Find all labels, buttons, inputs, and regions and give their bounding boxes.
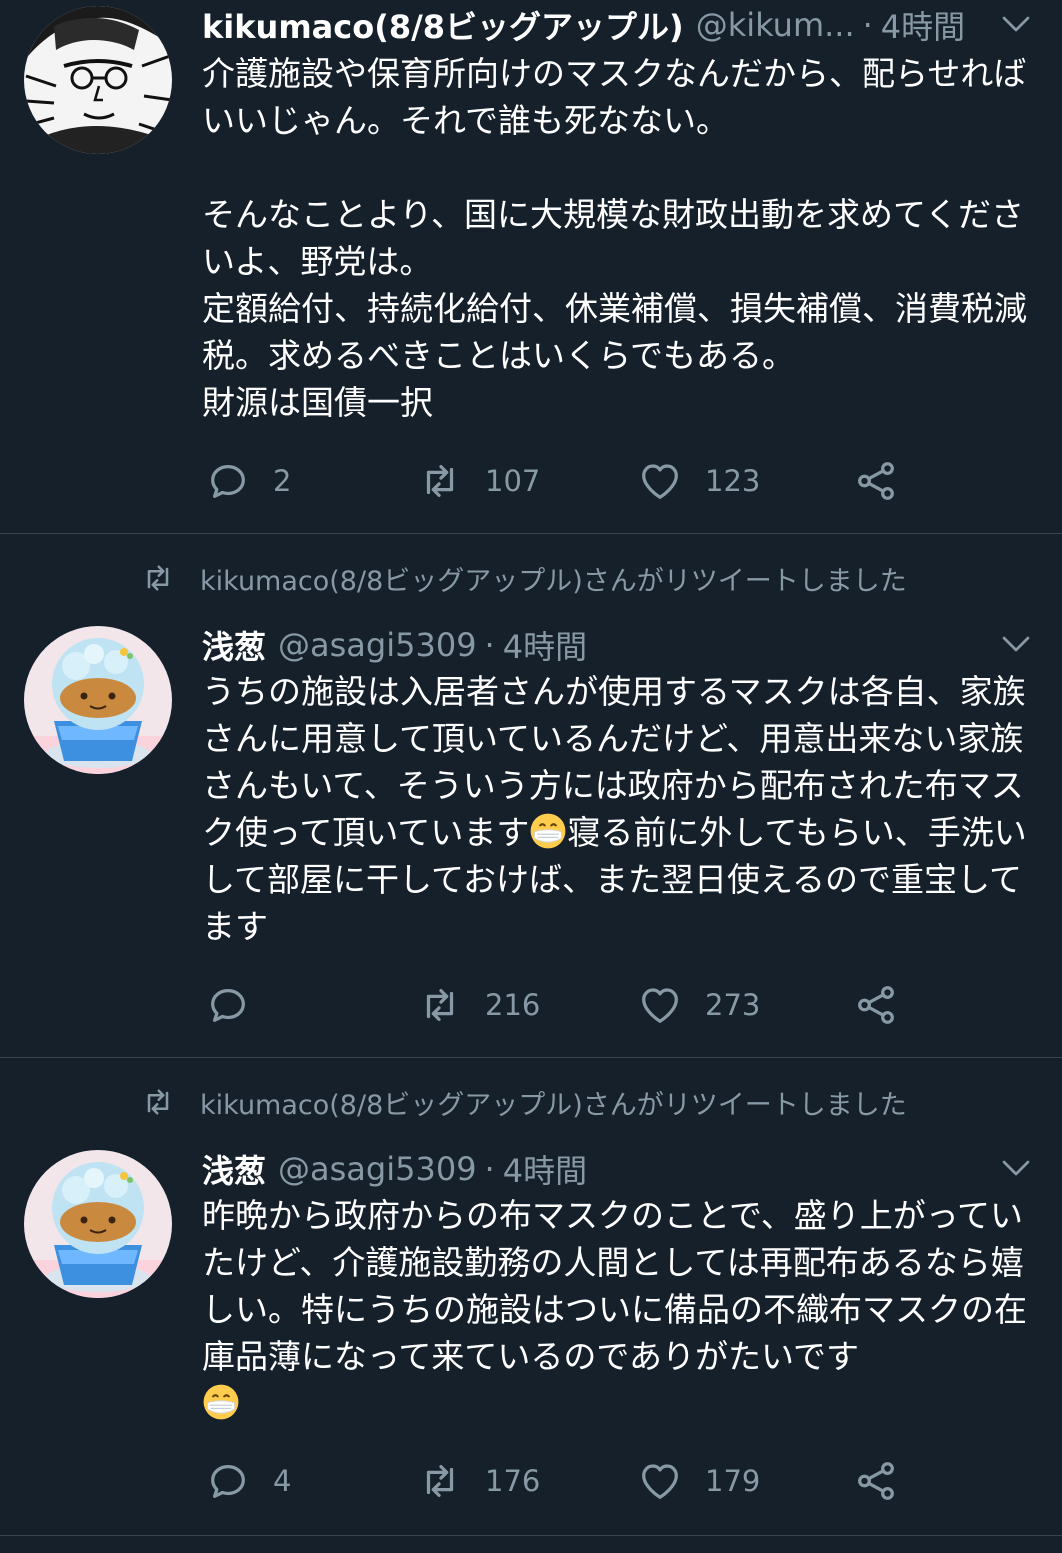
like-button[interactable]: 123: [637, 456, 760, 506]
retweet-icon: [140, 1084, 176, 1120]
user-handle[interactable]: @asagi5309: [278, 1150, 477, 1188]
retweet-icon: [417, 1458, 463, 1504]
like-button[interactable]: 179: [637, 1456, 760, 1506]
timestamp[interactable]: 4時間: [503, 622, 587, 668]
timestamp[interactable]: 4時間: [503, 1146, 587, 1192]
user-handle[interactable]: @kikum...: [696, 6, 855, 44]
tweet-header: kikumaco(8/8ビッグアップル) @kikum... · 4時間: [202, 2, 970, 48]
chevron-down-icon[interactable]: [998, 1150, 1034, 1186]
avatar-image: [24, 1150, 172, 1298]
retweet-button[interactable]: 107: [417, 456, 540, 506]
avatar-image: [24, 6, 172, 154]
tweet-actions: 2 107 123: [205, 456, 905, 506]
retweet-context[interactable]: kikumaco(8/8ビッグアップル)さんがリツイートしました: [140, 1082, 907, 1122]
like-count: 123: [705, 464, 761, 498]
chevron-down-icon[interactable]: [998, 6, 1034, 42]
display-name[interactable]: 浅葱: [202, 622, 266, 668]
heart-icon: [637, 982, 683, 1028]
retweet-icon: [417, 982, 463, 1028]
retweet-button[interactable]: 216: [417, 980, 540, 1030]
share-button[interactable]: [853, 980, 921, 1030]
chevron-down-icon[interactable]: [998, 626, 1034, 662]
retweet-icon: [140, 560, 176, 596]
share-icon: [853, 1458, 899, 1504]
reply-button[interactable]: 2: [205, 456, 291, 506]
user-handle[interactable]: @asagi5309: [278, 626, 477, 664]
reply-icon: [205, 458, 251, 504]
tweet-actions: 216 273: [205, 980, 905, 1030]
reply-icon: [205, 982, 251, 1028]
separator-dot: ·: [862, 6, 873, 44]
avatar-image: [24, 626, 172, 774]
reply-icon: [205, 1458, 251, 1504]
tweet-header: 浅葱 @asagi5309 · 4時間: [202, 622, 970, 668]
tweet-3[interactable]: kikumaco(8/8ビッグアップル)さんがリツイートしました 浅葱 @asa…: [0, 1058, 1062, 1536]
retweet-count: 176: [485, 1464, 541, 1498]
share-icon: [853, 458, 899, 504]
tweet-text: 昨晩から政府からの布マスクのことで、盛り上がっていたけど、介護施設勤務の人間とし…: [202, 1192, 1042, 1427]
retweet-icon: [417, 458, 463, 504]
share-button[interactable]: [853, 456, 921, 506]
share-button[interactable]: [853, 1456, 921, 1506]
retweet-button[interactable]: 176: [417, 1456, 540, 1506]
retweeted-by-label: kikumaco(8/8ビッグアップル)さんがリツイートしました: [200, 1089, 907, 1121]
retweeted-by-label: kikumaco(8/8ビッグアップル)さんがリツイートしました: [200, 565, 907, 597]
tweet-1[interactable]: kikumaco(8/8ビッグアップル) @kikum... · 4時間 介護施…: [0, 0, 1062, 534]
tweet-text: うちの施設は入居者さんが使用するマスクは各自、家族さんに用意して頂いているんだけ…: [202, 668, 1042, 950]
display-name[interactable]: 浅葱: [202, 1146, 266, 1192]
retweet-count: 107: [485, 464, 541, 498]
retweet-count: 216: [485, 988, 541, 1022]
heart-icon: [637, 1458, 683, 1504]
separator-dot: ·: [484, 626, 495, 664]
like-count: 273: [705, 988, 761, 1022]
retweet-context[interactable]: kikumaco(8/8ビッグアップル)さんがリツイートしました: [140, 558, 907, 598]
reply-button[interactable]: [205, 980, 273, 1030]
tweet-text: 介護施設や保育所向けのマスクなんだから、配らせればいいじゃん。それで誰も死なない…: [202, 54, 1027, 422]
avatar[interactable]: [24, 626, 172, 774]
tweet-2[interactable]: kikumaco(8/8ビッグアップル)さんがリツイートしました 浅葱 @asa…: [0, 534, 1062, 1058]
separator-dot: ·: [484, 1150, 495, 1188]
avatar[interactable]: [24, 1150, 172, 1298]
reply-button[interactable]: 4: [205, 1456, 291, 1506]
like-count: 179: [705, 1464, 761, 1498]
display-name[interactable]: kikumaco(8/8ビッグアップル): [202, 2, 684, 48]
reply-count: 4: [273, 1464, 292, 1498]
timestamp[interactable]: 4時間: [881, 2, 965, 48]
mask-face-emoji-icon: [529, 812, 567, 850]
tweet-text-part: 昨晩から政府からの布マスクのことで、盛り上がっていたけど、介護施設勤務の人間とし…: [202, 1196, 1027, 1376]
share-icon: [853, 982, 899, 1028]
tweet-actions: 4 176 179: [205, 1456, 905, 1506]
avatar[interactable]: [24, 6, 172, 154]
heart-icon: [637, 458, 683, 504]
mask-face-emoji-icon: [202, 1383, 240, 1421]
reply-count: 2: [273, 464, 292, 498]
like-button[interactable]: 273: [637, 980, 760, 1030]
tweet-header: 浅葱 @asagi5309 · 4時間: [202, 1146, 970, 1192]
